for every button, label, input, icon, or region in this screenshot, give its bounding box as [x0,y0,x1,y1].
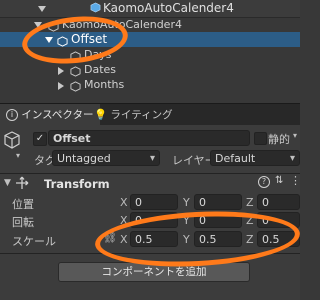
preset-icon[interactable]: ⇅ [275,175,283,186]
hierarchy-item-months[interactable]: Months [0,77,300,92]
help-icon[interactable]: ? [258,176,270,188]
position-z-field[interactable]: 0 [257,194,300,210]
cube-icon [70,63,81,78]
position-x-axis-label: X [120,196,128,209]
gameobject-cube-icon [3,131,21,152]
cube-icon [90,0,101,13]
transform-icon [15,176,29,193]
tag-dropdown[interactable]: Untagged [52,150,160,167]
inspector-panel: ▾ ✓ Offset 静的 ▾ タグ Untagged レイヤー Default… [0,125,301,300]
hierarchy-item-dates[interactable]: Dates [0,62,300,77]
hierarchy-item-label: Dates [84,63,117,76]
scale-label: スケール [12,235,56,248]
lightbulb-icon: 💡 [94,109,108,121]
tab-inspector[interactable]: i インスペクター [0,104,100,126]
position-label: 位置 [12,198,34,211]
icon-dropdown-icon[interactable]: ▾ [16,151,20,160]
hierarchy-item-label: Months [84,78,125,91]
position-x-field[interactable]: 0 [130,194,178,210]
foldout-triangle-icon[interactable]: ▼ [4,178,11,188]
hierarchy-root-title: KaomoAutoCalender4 [103,1,234,15]
divider [0,173,300,174]
layer-dropdown[interactable]: Default [210,150,300,167]
transform-title: Transform [44,177,110,191]
static-dropdown-icon[interactable]: ▾ [293,131,297,140]
position-z-axis-label: Z [246,196,254,209]
object-name-field[interactable]: Offset [48,130,250,146]
active-checkbox[interactable]: ✓ [33,132,47,146]
static-label: 静的 [268,133,290,146]
cube-icon [70,78,81,93]
tab-lighting-label: ライティング [110,109,173,121]
static-checkbox[interactable] [254,132,267,145]
tab-lighting[interactable]: 💡 ライティング [88,104,182,126]
chevron-right-icon[interactable] [58,63,64,78]
tab-inspector-label: インスペクター [21,109,94,121]
inspector-tab-bar: i インスペクター 💡 ライティング [0,103,300,127]
info-icon: i [6,109,18,121]
position-y-axis-label: Y [183,196,190,209]
collapse-triangle-icon[interactable] [38,2,46,15]
more-options-icon[interactable]: ⋮ [290,174,301,187]
hierarchy-header: KaomoAutoCalender4 [0,0,300,18]
position-y-field[interactable]: 0 [194,194,242,210]
rotation-label: 回転 [12,216,34,229]
chevron-right-icon[interactable] [58,78,64,93]
